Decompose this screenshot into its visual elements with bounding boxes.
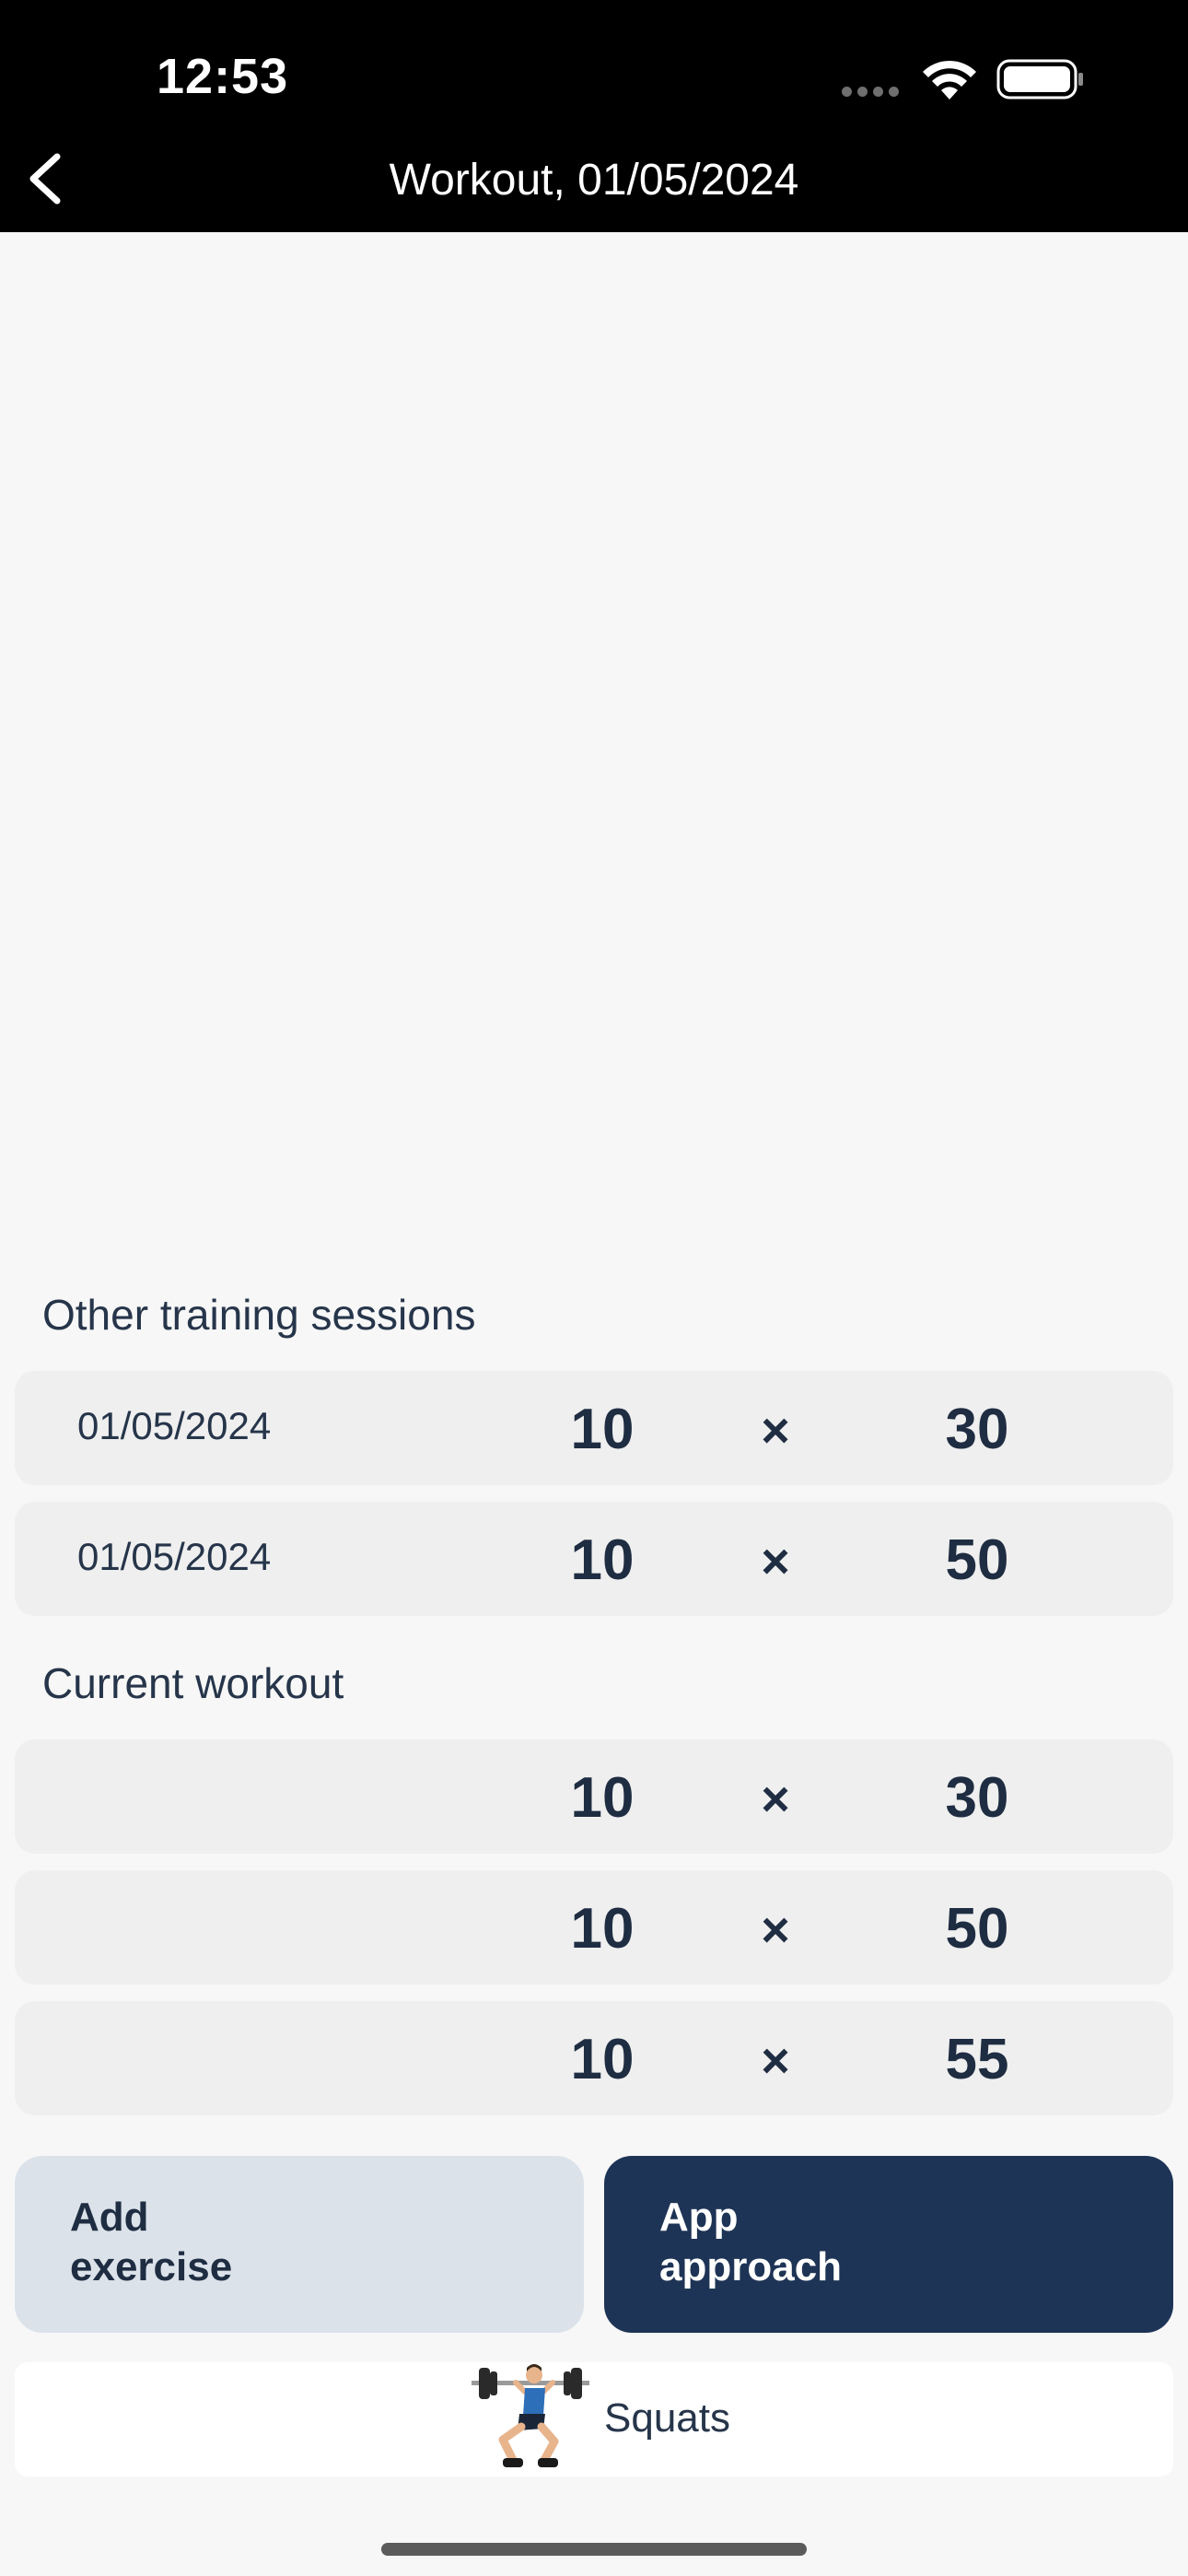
app-approach-label-line1: App — [659, 2195, 739, 2240]
add-exercise-label-line2: exercise — [70, 2244, 233, 2289]
session-row[interactable]: 01/05/2024 10 × 30 — [15, 1371, 1173, 1485]
add-exercise-label-line1: Add — [70, 2195, 149, 2240]
reps-value: 10 — [570, 1398, 635, 1461]
page-title: Workout, 01/05/2024 — [389, 156, 799, 205]
set-row[interactable]: 10 × 30 — [15, 1739, 1173, 1854]
status-time: 12:53 — [157, 49, 289, 104]
reps-value: 10 — [570, 1897, 635, 1961]
times-icon: × — [761, 1403, 790, 1458]
set-row[interactable]: 10 × 55 — [15, 2001, 1173, 2115]
home-indicator[interactable] — [381, 2543, 807, 2556]
weight-value: 50 — [945, 1528, 1009, 1592]
squat-barbell-icon — [472, 2364, 589, 2467]
exercise-name: Squats — [604, 2395, 730, 2441]
set-row[interactable]: 10 × 50 — [15, 1870, 1173, 1985]
current-workout-heading: Current workout — [42, 1659, 344, 1707]
times-icon: × — [761, 1534, 790, 1589]
session-date: 01/05/2024 — [77, 1535, 272, 1578]
workout-screen: 12:53 Workout, 01/05/2024 Other training… — [0, 0, 1188, 2576]
add-exercise-button[interactable]: Add exercise — [15, 2156, 584, 2333]
session-row[interactable]: 01/05/2024 10 × 50 — [15, 1502, 1173, 1616]
app-approach-label-line2: approach — [659, 2244, 843, 2289]
reps-value: 10 — [570, 2028, 635, 2091]
cellular-signal-icon — [842, 85, 904, 97]
wifi-icon — [923, 60, 976, 100]
times-icon: × — [761, 1903, 790, 1958]
times-icon: × — [761, 2033, 790, 2089]
weight-value: 30 — [945, 1398, 1009, 1461]
app-approach-button[interactable]: App approach — [604, 2156, 1173, 2333]
weight-value: 50 — [945, 1897, 1009, 1961]
exercise-selector[interactable]: Squats — [15, 2362, 1173, 2476]
header: 12:53 Workout, 01/05/2024 — [0, 0, 1188, 232]
battery-icon — [996, 59, 1083, 100]
session-date: 01/05/2024 — [77, 1404, 272, 1447]
other-sessions-heading: Other training sessions — [42, 1291, 476, 1339]
reps-value: 10 — [570, 1766, 635, 1830]
weight-value: 55 — [945, 2028, 1009, 2091]
times-icon: × — [761, 1772, 790, 1827]
weight-value: 30 — [945, 1766, 1009, 1830]
reps-value: 10 — [570, 1528, 635, 1592]
